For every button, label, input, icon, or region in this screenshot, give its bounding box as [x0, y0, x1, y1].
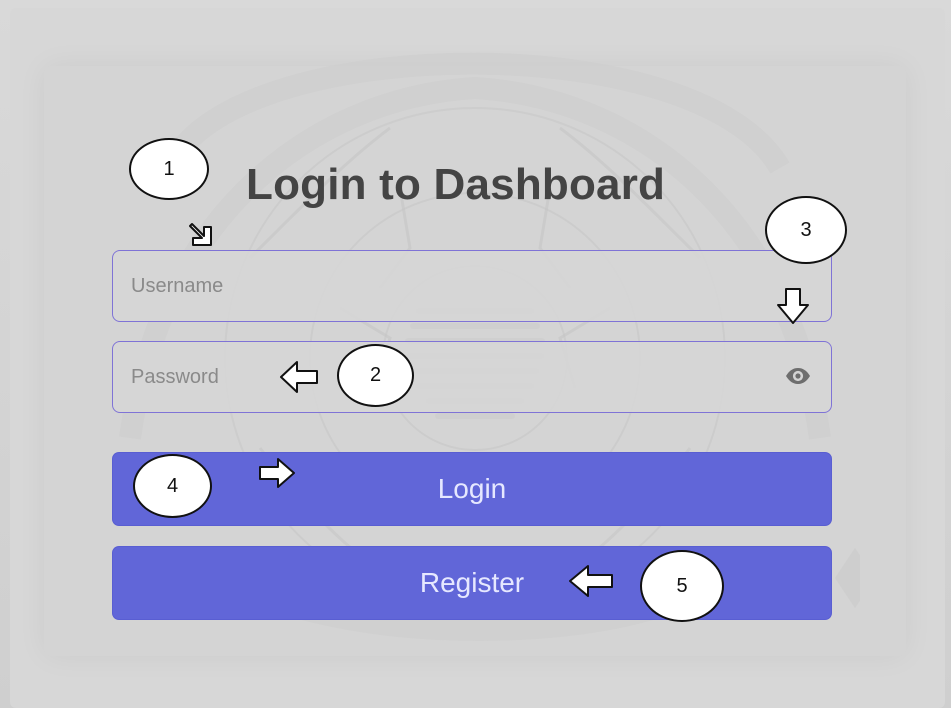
- callout-5: 5: [640, 550, 724, 622]
- page-background: Login to Dashboard Username Password Log…: [0, 0, 951, 708]
- login-button[interactable]: Login: [112, 452, 832, 526]
- callout-1: 1: [129, 138, 209, 200]
- username-field[interactable]: Username: [112, 250, 832, 322]
- callout-3: 3: [765, 196, 847, 264]
- callout-4: 4: [133, 454, 212, 518]
- page-title: Login to Dashboard: [246, 160, 666, 209]
- password-field[interactable]: Password: [112, 341, 832, 413]
- callout-2: 2: [337, 344, 414, 407]
- eye-icon[interactable]: [785, 367, 811, 385]
- username-placeholder: Username: [131, 275, 224, 297]
- password-placeholder: Password: [131, 366, 219, 388]
- register-button[interactable]: Register: [112, 546, 832, 620]
